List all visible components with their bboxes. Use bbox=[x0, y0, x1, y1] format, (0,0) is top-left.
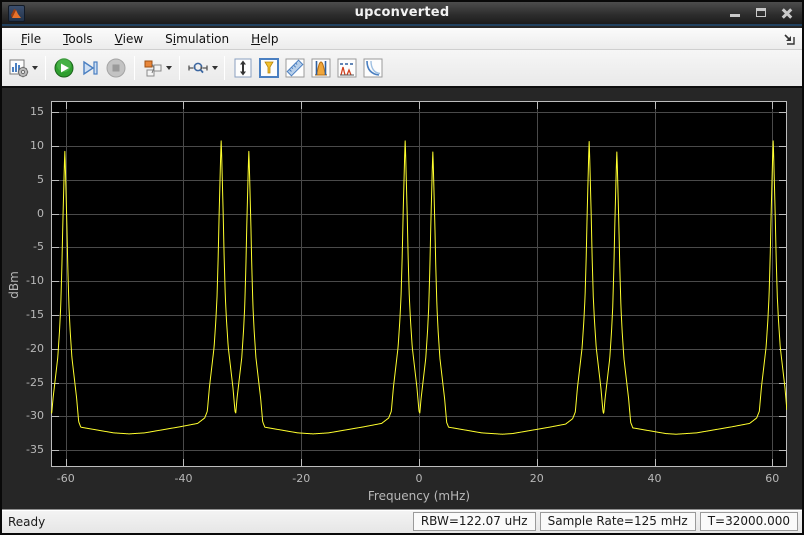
x-tick-label: -60 bbox=[44, 472, 88, 485]
y-tick-label: -20 bbox=[4, 342, 44, 355]
toolbar-separator bbox=[224, 56, 225, 80]
x-axis-label: Frequency (mHz) bbox=[51, 489, 787, 503]
x-tick-label: 20 bbox=[515, 472, 559, 485]
close-button[interactable] bbox=[780, 6, 794, 20]
cursor-measurements-button[interactable] bbox=[256, 55, 282, 81]
play-icon bbox=[53, 57, 75, 79]
minimize-button[interactable] bbox=[728, 6, 742, 20]
maximize-button[interactable] bbox=[754, 6, 768, 20]
sample-rate-panel: Sample Rate=125 mHz bbox=[540, 512, 696, 531]
menu-item-simulation[interactable]: Simulation bbox=[154, 30, 240, 48]
chevron-down-icon bbox=[32, 66, 38, 70]
autoscale-y-button[interactable] bbox=[230, 55, 256, 81]
peak-finder-button[interactable] bbox=[282, 55, 308, 81]
status-message: Ready bbox=[2, 515, 413, 529]
y-tick-label: -30 bbox=[4, 409, 44, 422]
view-simulink-model-button[interactable] bbox=[140, 55, 174, 81]
stop-icon bbox=[105, 57, 127, 79]
time-panel: T=32000.000 bbox=[700, 512, 798, 531]
chevron-down-icon bbox=[166, 66, 172, 70]
menu-item-tools[interactable]: Tools bbox=[52, 30, 104, 48]
spectrum-settings-button[interactable] bbox=[6, 55, 40, 81]
plot-area[interactable] bbox=[51, 101, 787, 467]
toolbar-separator bbox=[179, 56, 180, 80]
scope-display: dBm Frequency (mHz) 151050-5-10-15-20-25… bbox=[2, 88, 802, 509]
spectrum-analyzer-window: upconverted FileToolsViewSimulationHelp bbox=[0, 0, 804, 535]
x-tick-label: 60 bbox=[750, 472, 794, 485]
y-tick-label: 15 bbox=[4, 105, 44, 118]
toolbar-separator bbox=[45, 56, 46, 80]
menu-item-file[interactable]: File bbox=[10, 30, 52, 48]
window-title: upconverted bbox=[2, 5, 802, 20]
spectrum-trace bbox=[51, 141, 787, 434]
step-forward-button[interactable] bbox=[77, 55, 103, 81]
menu-item-help[interactable]: Help bbox=[240, 30, 289, 48]
x-tick-label: -40 bbox=[161, 472, 205, 485]
run-button[interactable] bbox=[51, 55, 77, 81]
dock-arrow-icon[interactable] bbox=[783, 33, 796, 46]
y-tick-label: 10 bbox=[4, 139, 44, 152]
y-tick-label: 0 bbox=[4, 207, 44, 220]
y-tick-label: -35 bbox=[4, 443, 44, 456]
toolbar-separator bbox=[134, 56, 135, 80]
y-tick-label: -25 bbox=[4, 376, 44, 389]
chevron-down-icon bbox=[212, 66, 218, 70]
title-bar[interactable]: upconverted bbox=[2, 2, 802, 26]
x-tick-label: -20 bbox=[279, 472, 323, 485]
distortion-measurements-button[interactable] bbox=[334, 55, 360, 81]
x-tick-label: 40 bbox=[633, 472, 677, 485]
status-bar: Ready RBW=122.07 uHz Sample Rate=125 mHz… bbox=[2, 509, 802, 533]
menu-item-view[interactable]: View bbox=[104, 30, 154, 48]
y-tick-label: -15 bbox=[4, 308, 44, 321]
stop-button[interactable] bbox=[103, 55, 129, 81]
toolbar bbox=[2, 50, 802, 88]
channel-measurements-button[interactable] bbox=[308, 55, 334, 81]
y-tick-label: -10 bbox=[4, 274, 44, 287]
rbw-panel: RBW=122.07 uHz bbox=[413, 512, 536, 531]
menu-bar: FileToolsViewSimulationHelp bbox=[2, 28, 802, 50]
y-tick-label: 5 bbox=[4, 173, 44, 186]
step-forward-icon bbox=[79, 57, 101, 79]
y-tick-label: -5 bbox=[4, 240, 44, 253]
zoom-span-button[interactable] bbox=[185, 55, 219, 81]
x-tick-label: 0 bbox=[397, 472, 441, 485]
ccdf-measurements-button[interactable] bbox=[360, 55, 386, 81]
